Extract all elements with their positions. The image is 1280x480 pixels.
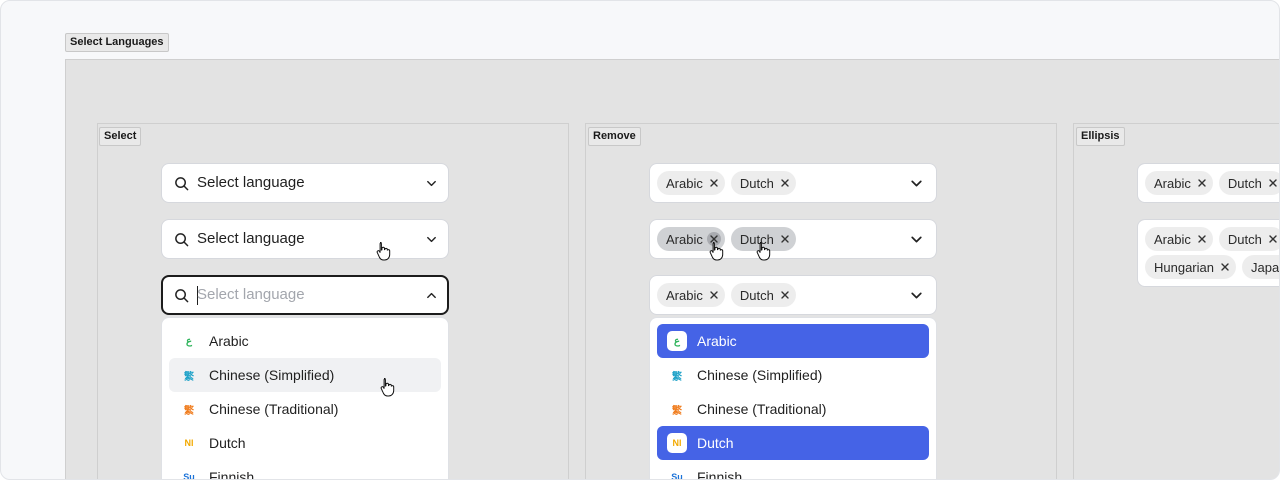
chip-arabic: Arabic [1145, 171, 1213, 195]
ellipsis-select-wrapped[interactable]: Arabic Dutch Hungarian Japan [1137, 219, 1280, 287]
close-icon[interactable] [1218, 260, 1232, 274]
close-icon[interactable] [778, 176, 792, 190]
option-dutch[interactable]: Nl Dutch [657, 426, 929, 460]
chip-label: Japan [1251, 259, 1280, 275]
chevron-up-icon[interactable] [425, 289, 438, 302]
arabic-letter-icon: ع [186, 335, 192, 347]
close-icon[interactable] [778, 288, 792, 302]
chevron-down-icon[interactable] [909, 176, 924, 191]
hand-cursor-icon [709, 242, 724, 261]
chip-label: Arabic [666, 231, 703, 247]
chip-label: Arabic [666, 287, 703, 303]
chip-arabic: Arabic [1145, 227, 1213, 251]
close-icon[interactable] [707, 176, 721, 190]
select-placeholder: Select language [197, 174, 305, 191]
chip-dutch: Dutch [730, 283, 796, 307]
chip-label: Arabic [1154, 231, 1191, 247]
chip-dutch: Dutch [730, 171, 796, 195]
hand-cursor-icon [756, 242, 771, 261]
option-label: Chinese (Traditional) [697, 401, 827, 417]
chip-label: Arabic [1154, 175, 1191, 191]
close-icon[interactable] [707, 288, 721, 302]
option-label: Dutch [697, 435, 734, 451]
chip-label: Dutch [1227, 175, 1262, 191]
chip-label: Dutch [739, 175, 774, 191]
finnish-su-icon: Su [671, 472, 683, 480]
option-chinese-traditional[interactable]: 繁 Chinese (Traditional) [657, 392, 929, 426]
page-title: Select Languages [65, 33, 169, 52]
chip-japanese: Japan [1242, 255, 1280, 279]
multi-select-open[interactable]: Arabic Dutch [649, 275, 937, 315]
chip-arabic: Arabic [657, 171, 725, 195]
option-label: Chinese (Simplified) [209, 367, 335, 383]
app-frame: Select Languages Select Select language … [0, 0, 1280, 480]
option-arabic[interactable]: ع Arabic [169, 324, 441, 358]
option-dutch[interactable]: Nl Dutch [169, 426, 441, 460]
option-label: Arabic [209, 333, 249, 349]
language-select-open[interactable]: Select language [161, 275, 449, 315]
arabic-letter-icon: ع [667, 331, 687, 351]
option-chinese-traditional[interactable]: 繁 Chinese (Traditional) [169, 392, 441, 426]
option-finnish[interactable]: Su Finnish [657, 460, 929, 480]
language-select-default[interactable]: Select language [161, 163, 449, 203]
chevron-down-icon[interactable] [909, 232, 924, 247]
multi-language-dropdown: ع Arabic 繁 Chinese (Simplified) 繁 Chines… [649, 317, 937, 480]
chinese-character-icon: 繁 [672, 371, 682, 383]
option-label: Finnish [209, 469, 255, 480]
option-chinese-simplified[interactable]: 繁 Chinese (Simplified) [169, 358, 441, 392]
ellipsis-section-label: Ellipsis [1076, 127, 1125, 146]
language-select-hover[interactable]: Select language [161, 219, 449, 259]
chevron-down-icon[interactable] [425, 233, 438, 246]
chip-dutch: Dutch [1218, 171, 1279, 195]
option-label: Finnish [697, 469, 743, 480]
close-icon[interactable] [778, 232, 792, 246]
chip-label: Dutch [739, 287, 774, 303]
close-icon[interactable] [1195, 176, 1209, 190]
search-icon [175, 289, 189, 303]
hand-cursor-icon [376, 242, 391, 261]
search-icon [175, 177, 189, 191]
chevron-down-icon[interactable] [425, 177, 438, 190]
close-icon[interactable] [1266, 232, 1279, 246]
multi-select-hover[interactable]: Arabic Dutch [649, 219, 937, 259]
chip-label: Hungarian [1154, 259, 1214, 275]
chip-hungarian: Hungarian [1145, 255, 1236, 279]
chinese-character-icon: 繁 [672, 405, 682, 417]
option-finnish[interactable]: Su Finnish [169, 460, 441, 480]
chinese-character-icon: 繁 [184, 371, 194, 383]
dutch-nl-icon: Nl [667, 433, 687, 453]
close-icon[interactable] [1195, 232, 1209, 246]
remove-section-label: Remove [588, 127, 641, 146]
option-label: Dutch [209, 435, 246, 451]
option-arabic[interactable]: ع Arabic [657, 324, 929, 358]
option-label: Chinese (Simplified) [697, 367, 823, 383]
chip-label: Dutch [1227, 231, 1262, 247]
select-section-label: Select [99, 127, 142, 146]
chip-label: Arabic [666, 175, 703, 191]
ellipsis-select-single[interactable]: Arabic Dutch [1137, 163, 1279, 203]
option-chinese-simplified[interactable]: 繁 Chinese (Simplified) [657, 358, 929, 392]
option-label: Chinese (Traditional) [209, 401, 339, 417]
search-icon [175, 233, 189, 247]
language-dropdown: ع Arabic 繁 Chinese (Simplified) 繁 Chines… [161, 317, 449, 480]
multi-select-default[interactable]: Arabic Dutch [649, 163, 937, 203]
chinese-character-icon: 繁 [184, 405, 194, 417]
close-icon[interactable] [1266, 176, 1279, 190]
finnish-su-icon: Su [183, 472, 195, 480]
dutch-nl-icon: Nl [184, 438, 194, 448]
chip-arabic: Arabic [657, 283, 725, 307]
search-input[interactable]: Select language [197, 286, 305, 303]
hand-cursor-icon [380, 378, 395, 397]
option-label: Arabic [697, 333, 737, 349]
chevron-down-icon[interactable] [909, 288, 924, 303]
select-placeholder: Select language [197, 230, 305, 247]
chip-dutch: Dutch [1218, 227, 1279, 251]
